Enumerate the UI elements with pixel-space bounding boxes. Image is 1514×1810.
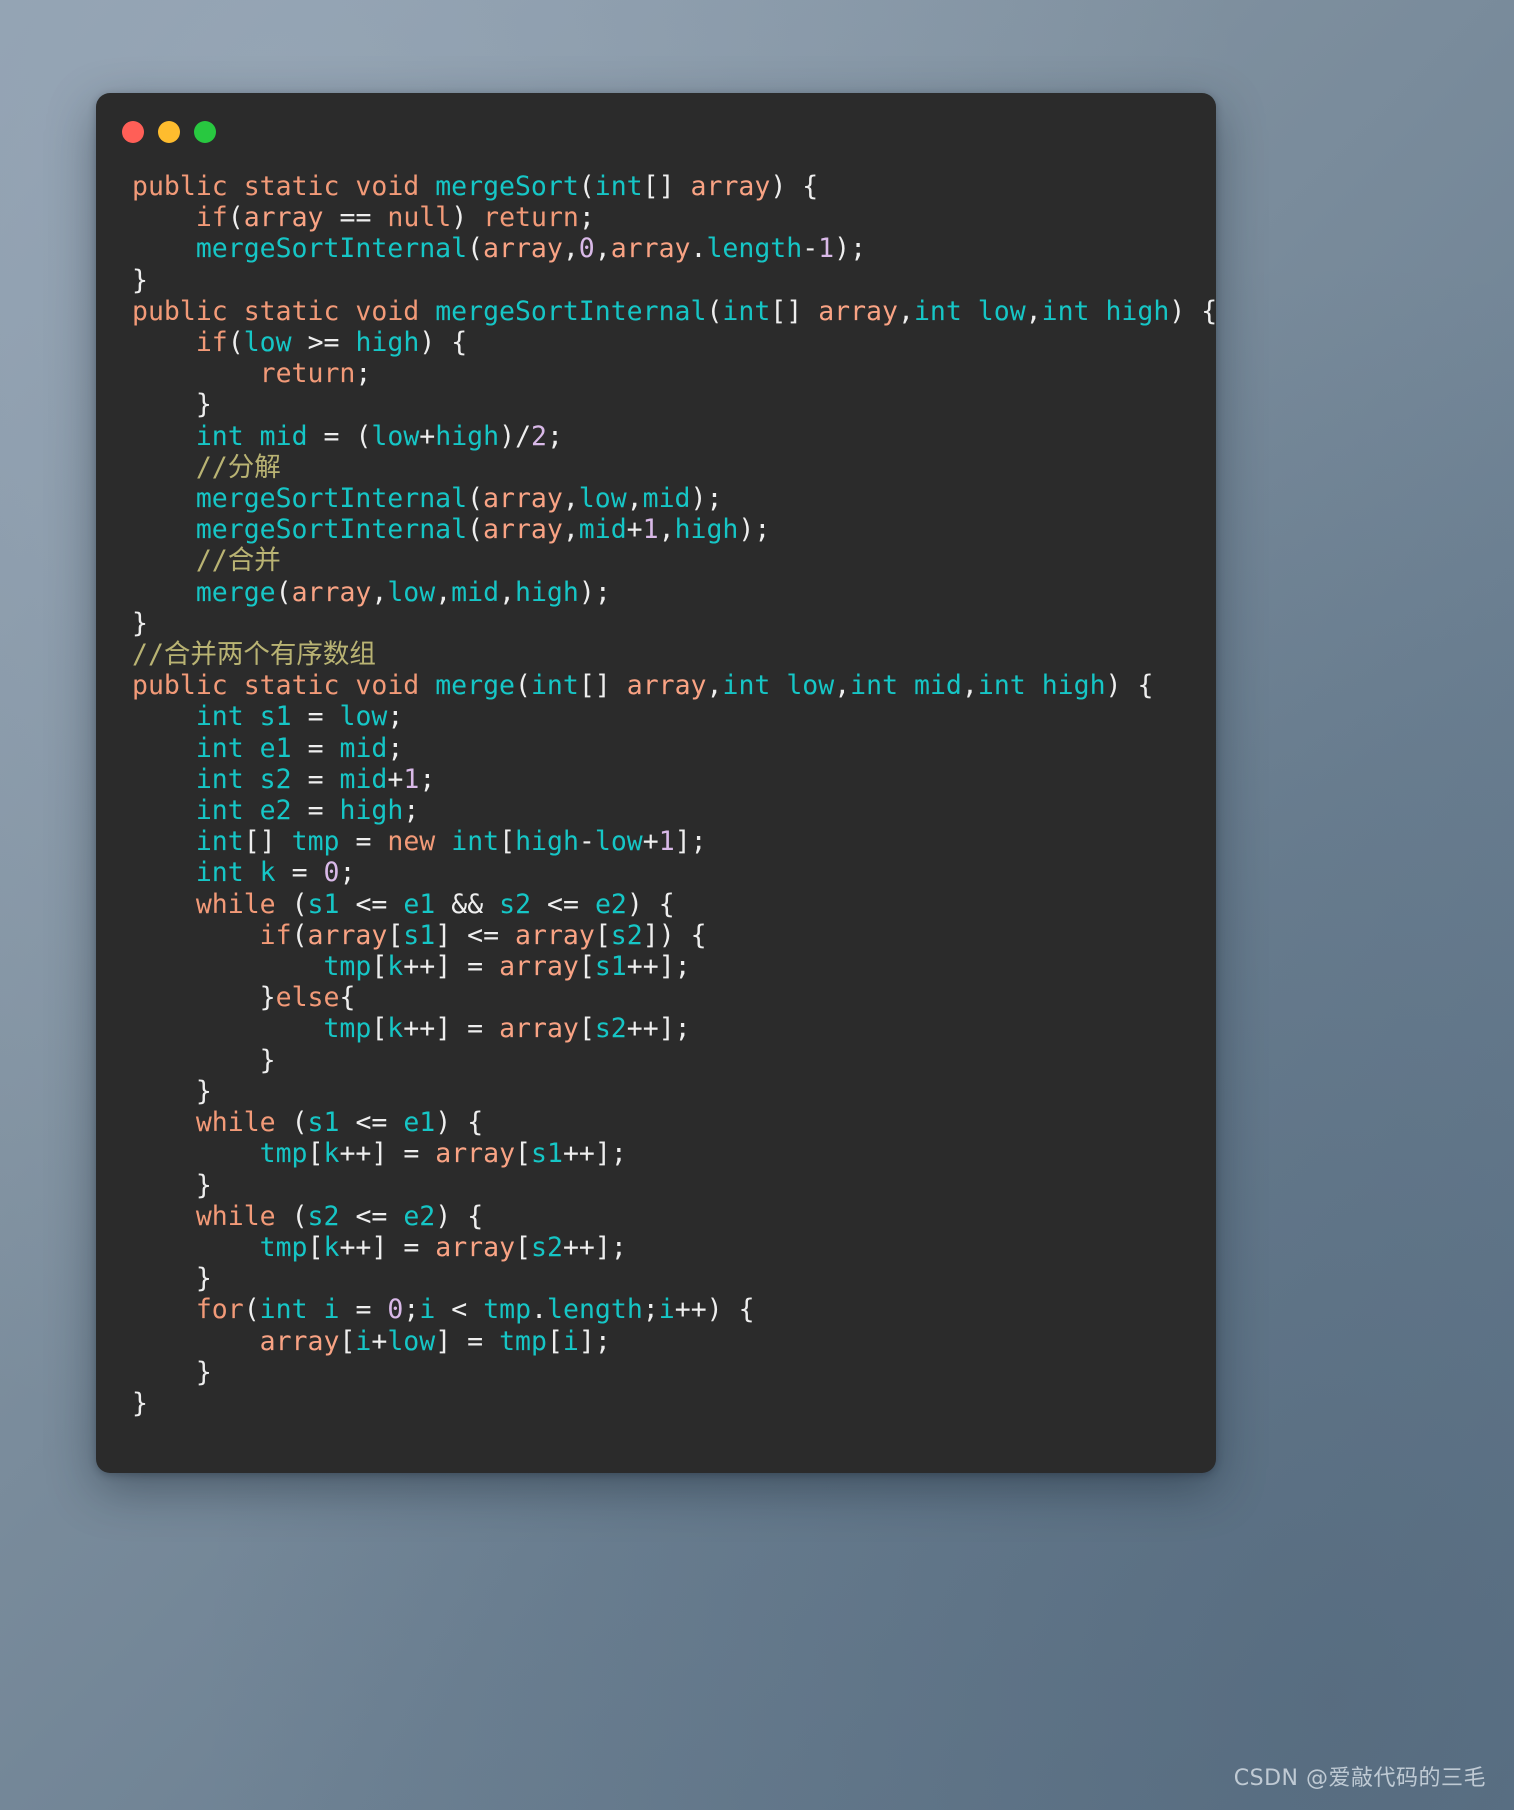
code-window: public static void mergeSort(int[] array… [96,93,1216,1473]
code-area[interactable]: public static void mergeSort(int[] array… [96,171,1216,1419]
maximize-button[interactable] [194,121,216,143]
window-titlebar [96,93,1216,171]
minimize-button[interactable] [158,121,180,143]
close-button[interactable] [122,121,144,143]
code-block[interactable]: public static void mergeSort(int[] array… [132,171,1216,1419]
watermark: CSDN @爱敲代码的三毛 [1233,1766,1486,1791]
